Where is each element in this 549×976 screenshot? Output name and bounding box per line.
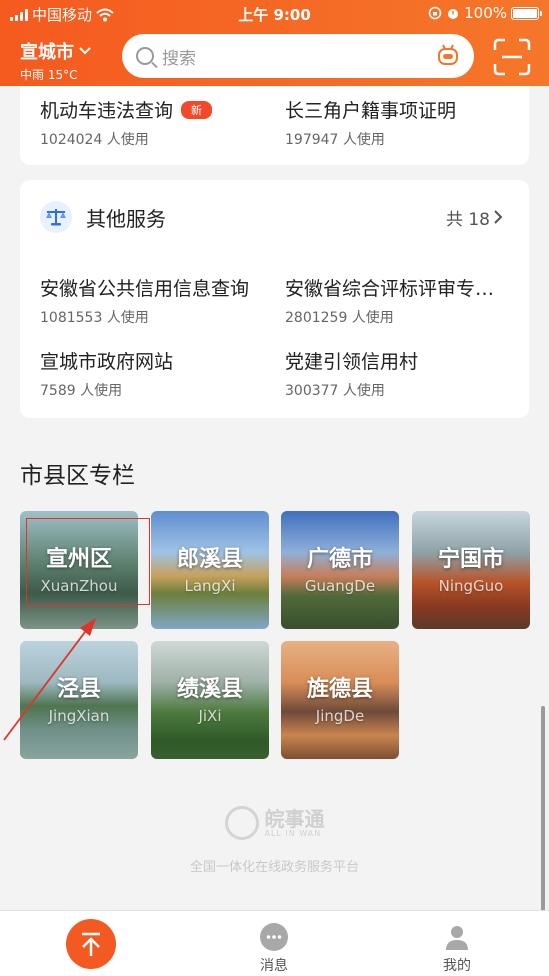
service-name: 安徽省公共信用信息查询 <box>40 278 250 300</box>
battery-icon <box>511 6 542 20</box>
service-name: 安徽省综合评标评审专… <box>285 278 495 300</box>
service-item[interactable]: 安徽省公共信用信息查询 1081553 人使用 <box>40 274 280 327</box>
service-usage: 7589 人使用 <box>40 383 123 399</box>
scrollbar[interactable] <box>541 706 545 911</box>
service-usage: 197947 人使用 <box>285 132 385 148</box>
brand-name: 皖事通 <box>264 806 325 831</box>
service-usage: 300377 人使用 <box>285 383 385 399</box>
district-pinyin: LangXi <box>184 577 236 595</box>
district-name: 广德市 <box>306 547 373 572</box>
district-tile-langxi[interactable]: 郎溪县 LangXi <box>151 511 269 629</box>
district-pinyin: GuangDe <box>304 577 376 595</box>
brand-slogan: 全国一体化在线政务服务平台 <box>189 860 359 875</box>
service-title-row: 机动车违法查询 新 <box>40 96 280 123</box>
section-title: 其他服务 <box>86 206 166 231</box>
search-placeholder: 搜索 <box>162 48 196 69</box>
highlight-box <box>26 518 150 605</box>
tab-me[interactable]: 我的 <box>427 923 487 975</box>
service-item[interactable]: 党建引领信用村 300377 人使用 <box>285 347 525 400</box>
district-name: 宁国市 <box>437 547 504 572</box>
status-bar: 中国移动 上午 9:00 100% <box>0 4 549 26</box>
battery-label: 100% <box>464 4 507 22</box>
tab-bar: 消息 我的 <box>0 910 549 976</box>
chat-bubble-icon <box>260 923 288 951</box>
user-icon <box>443 923 471 951</box>
city-selector[interactable]: 宣城市 中雨 15°C <box>20 38 91 83</box>
service-name: 宣城市政府网站 <box>40 351 174 373</box>
annotation-arrow <box>3 618 96 741</box>
service-usage: 2801259 人使用 <box>285 310 394 326</box>
view-all-link[interactable]: 共 18 <box>446 205 503 230</box>
chevron-down-icon <box>79 47 91 55</box>
arrow-up-icon <box>82 932 100 956</box>
city-name-row: 宣城市 <box>20 38 91 64</box>
scales-icon <box>40 201 72 233</box>
district-pinyin: JiXi <box>198 707 222 725</box>
district-section-title: 市县区专栏 <box>20 463 135 489</box>
search-icon <box>136 47 154 65</box>
service-count: 共 18 <box>445 209 490 230</box>
service-usage: 1081553 人使用 <box>40 310 149 326</box>
service-name: 党建引领信用村 <box>285 351 419 373</box>
service-item[interactable]: 宣城市政府网站 7589 人使用 <box>40 347 280 400</box>
service-name: 长三角户籍事项证明 <box>285 100 457 122</box>
tab-label: 消息 <box>260 958 288 974</box>
district-tile-jixi[interactable]: 绩溪县 JiXi <box>151 641 269 759</box>
brand-logo: 皖事通 ALL IN WAN <box>224 806 325 840</box>
district-tile-ningguo[interactable]: 宁国市 NingGuo <box>412 511 530 629</box>
service-item[interactable]: 机动车违法查询 新 1024024 人使用 <box>40 96 280 149</box>
robot-icon[interactable] <box>436 43 460 67</box>
district-name: 旌德县 <box>306 677 373 702</box>
tab-home[interactable] <box>66 919 116 969</box>
weather-label: 中雨 15°C <box>20 68 78 82</box>
brand-footer: 皖事通 ALL IN WAN 全国一体化在线政务服务平台 <box>0 806 549 875</box>
brand-sub: ALL IN WAN <box>264 828 322 838</box>
district-tile-jingde[interactable]: 旌德县 JingDe <box>281 641 399 759</box>
tab-label: 我的 <box>443 958 471 974</box>
service-name: 机动车违法查询 <box>40 100 174 122</box>
new-badge: 新 <box>181 100 213 119</box>
tab-messages[interactable]: 消息 <box>244 923 304 975</box>
alarm-icon <box>448 9 459 19</box>
status-right: 100% <box>428 4 542 22</box>
lock-rotation-icon <box>428 6 442 20</box>
service-usage: 1024024 人使用 <box>40 132 149 148</box>
district-name: 绩溪县 <box>176 677 243 702</box>
service-item[interactable]: 安徽省综合评标评审专… 2801259 人使用 <box>285 274 525 327</box>
logo-icon <box>224 806 259 840</box>
app-header: 中国移动 上午 9:00 100% 宣城市 中雨 15°C 搜索 <box>0 0 549 86</box>
district-tile-guangde[interactable]: 广德市 GuangDe <box>281 511 399 629</box>
chevron-right-icon <box>494 210 503 224</box>
scan-icon[interactable] <box>493 38 531 76</box>
popular-services-card: 机动车违法查询 新 1024024 人使用 长三角户籍事项证明 197947 人… <box>20 86 529 165</box>
other-services-header: 其他服务 共 18 <box>40 200 503 234</box>
other-services-card: 其他服务 共 18 安徽省公共信用信息查询 1081553 人使用 安徽省综合评… <box>20 180 529 418</box>
city-name: 宣城市 <box>20 42 74 63</box>
district-pinyin: JingDe <box>315 707 365 725</box>
district-pinyin: NingGuo <box>438 577 504 595</box>
search-input[interactable]: 搜索 <box>122 34 474 78</box>
district-name: 郎溪县 <box>176 547 243 572</box>
service-item[interactable]: 长三角户籍事项证明 197947 人使用 <box>285 96 525 149</box>
